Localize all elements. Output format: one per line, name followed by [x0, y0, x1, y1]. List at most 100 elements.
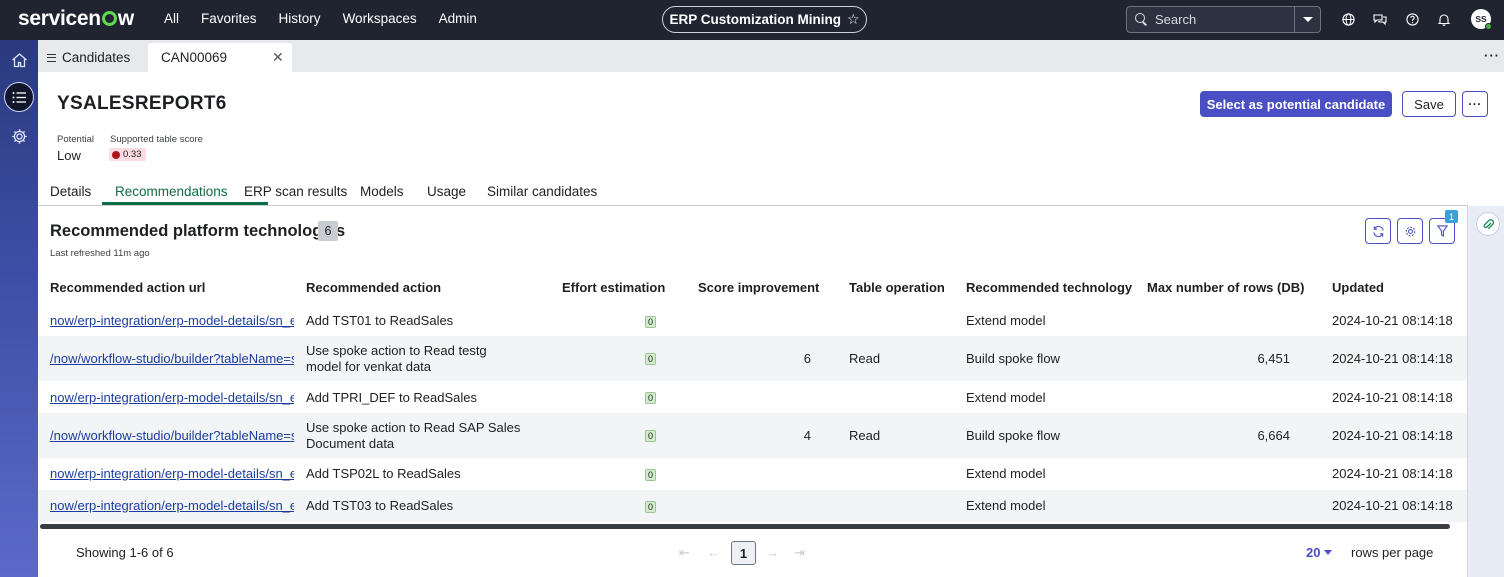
tab-can00069[interactable]: CAN00069 ✕ — [148, 43, 292, 72]
first-page-icon[interactable]: ⇤ — [679, 545, 690, 561]
col-max-rows-db[interactable]: Max number of rows (DB) — [1147, 280, 1304, 295]
recommended-technology: Extend model — [966, 313, 1046, 328]
settings-gear-icon[interactable] — [8, 125, 30, 147]
action-url-link[interactable]: now/erp-integration/erp-model-details/sn… — [50, 498, 294, 513]
online-status-icon — [1485, 23, 1492, 30]
tab-candidates-label: Candidates — [62, 50, 131, 65]
table-row: now/erp-integration/erp-model-details/sn… — [38, 490, 1467, 522]
potential-value: Low — [57, 148, 81, 163]
current-page-button[interactable]: 1 — [731, 541, 756, 565]
action-url-link[interactable]: now/erp-integration/erp-model-details/sn… — [50, 466, 294, 481]
filter-count-badge: 1 — [1445, 210, 1458, 223]
updated-timestamp: 2024-10-21 08:14:18 — [1332, 313, 1453, 328]
record-more-actions-button[interactable]: ··· — [1462, 91, 1488, 117]
nav-admin[interactable]: Admin — [439, 11, 477, 26]
recommended-action: Add TST03 to ReadSales — [306, 498, 454, 513]
list-icon[interactable] — [4, 82, 34, 112]
search-icon — [1135, 13, 1148, 26]
section-count-badge: 6 — [318, 221, 338, 241]
header-icons — [1340, 11, 1452, 27]
col-effort-estimation[interactable]: Effort estimation — [562, 280, 665, 295]
refresh-button[interactable] — [1365, 218, 1391, 244]
main-nav: All Favorites History Workspaces Admin — [164, 11, 477, 26]
col-recommended-technology[interactable]: Recommended technology — [966, 280, 1132, 295]
previous-page-icon[interactable]: ← — [707, 545, 720, 560]
recommended-action: Add TST01 to ReadSales — [306, 313, 454, 328]
next-page-icon[interactable]: → — [766, 545, 779, 560]
top-navigation-bar: servicen w All Favorites History Workspac… — [0, 0, 1504, 40]
tab-details[interactable]: Details — [50, 184, 91, 199]
star-icon[interactable]: ☆ — [847, 11, 860, 28]
help-icon[interactable] — [1404, 11, 1420, 27]
user-initials: SS — [1475, 14, 1487, 24]
close-tab-icon[interactable]: ✕ — [272, 49, 284, 66]
action-url-link[interactable]: now/erp-integration/erp-model-details/sn… — [50, 313, 294, 328]
save-button[interactable]: Save — [1402, 91, 1456, 117]
score-value: 0.33 — [123, 149, 142, 160]
tab-strip: Candidates CAN00069 ✕ ··· — [38, 40, 1504, 72]
col-recommended-action[interactable]: Recommended action — [306, 280, 441, 295]
tab-models[interactable]: Models — [360, 184, 404, 199]
nav-favorites[interactable]: Favorites — [201, 11, 257, 26]
search-dropdown-icon[interactable] — [1294, 7, 1320, 32]
tab-usage[interactable]: Usage — [427, 184, 466, 199]
recommended-technology: Build spoke flow — [966, 351, 1060, 366]
tab-recommendations[interactable]: Recommendations — [115, 184, 228, 199]
home-icon[interactable] — [8, 49, 30, 71]
updated-timestamp: 2024-10-21 08:14:18 — [1332, 498, 1453, 513]
recommended-action: Add TSP02L to ReadSales — [306, 466, 461, 481]
effort-chip: 0 — [645, 501, 656, 513]
nav-history[interactable]: History — [279, 11, 321, 26]
more-options-icon[interactable]: ··· — [1484, 48, 1500, 63]
globe-icon[interactable] — [1340, 11, 1356, 27]
updated-timestamp: 2024-10-21 08:14:18 — [1332, 390, 1453, 405]
tab-similar-candidates[interactable]: Similar candidates — [487, 184, 597, 199]
recommended-action: Use spoke action to Read SAP Sales Docum… — [306, 420, 521, 451]
filter-icon — [1436, 225, 1448, 237]
table-row: now/erp-integration/erp-model-details/sn… — [38, 381, 1467, 413]
bell-icon[interactable] — [1436, 11, 1452, 27]
col-score-improvement[interactable]: Score improvement — [698, 280, 819, 295]
effort-chip: 0 — [645, 392, 656, 404]
updated-timestamp: 2024-10-21 08:14:18 — [1332, 466, 1453, 481]
score-badge: 0.33 — [109, 148, 146, 161]
gear-icon — [1405, 226, 1415, 236]
user-avatar[interactable]: SS — [1471, 9, 1492, 30]
record-title: YSALESREPORT6 — [57, 93, 227, 114]
score-improvement: 4 — [803, 428, 811, 443]
select-potential-candidate-button[interactable]: Select as potential candidate — [1200, 91, 1392, 117]
action-url-link[interactable]: /now/workflow-studio/builder?tableName=s… — [50, 351, 294, 366]
servicenow-logo[interactable]: servicen w — [18, 7, 134, 31]
horizontal-scrollbar[interactable] — [40, 524, 1450, 529]
recommended-technology: Extend model — [966, 498, 1046, 513]
attachment-clip-icon[interactable] — [1476, 212, 1500, 236]
recommended-action: Use spoke action to Read testg model for… — [306, 343, 487, 374]
col-recommended-action-url[interactable]: Recommended action url — [50, 280, 205, 295]
table-settings-button[interactable] — [1397, 218, 1423, 244]
action-url-link[interactable]: /now/workflow-studio/builder?tableName=s… — [50, 428, 294, 443]
tab-candidates[interactable]: Candidates — [47, 50, 130, 65]
updated-timestamp: 2024-10-21 08:14:18 — [1332, 428, 1453, 443]
effort-chip: 0 — [645, 353, 656, 365]
col-updated[interactable]: Updated — [1332, 280, 1384, 295]
action-url-link[interactable]: now/erp-integration/erp-model-details/sn… — [50, 390, 294, 405]
rows-per-page-select[interactable]: 20 — [1306, 545, 1332, 560]
nav-all[interactable]: All — [164, 11, 179, 26]
recommended-technology: Build spoke flow — [966, 428, 1060, 443]
last-refreshed-text: Last refreshed 11m ago — [50, 248, 150, 259]
right-side-panel — [1467, 206, 1504, 577]
last-page-icon[interactable]: ⇥ — [794, 545, 805, 561]
effort-chip: 0 — [645, 469, 656, 481]
chat-icon[interactable] — [1372, 11, 1388, 27]
table-row: now/erp-integration/erp-model-details/sn… — [38, 458, 1467, 490]
max-rows-db: 6,451 — [1257, 351, 1290, 366]
app-scope-pill[interactable]: ERP Customization Mining ☆ — [662, 6, 867, 33]
table-row: now/erp-integration/erp-model-details/sn… — [38, 306, 1467, 336]
app-scope-label: ERP Customization Mining — [669, 12, 841, 27]
tab-erp-scan-results[interactable]: ERP scan results — [244, 184, 347, 199]
global-search[interactable]: Search — [1126, 6, 1321, 33]
nav-workspaces[interactable]: Workspaces — [343, 11, 417, 26]
recommended-action: Add TPRI_DEF to ReadSales — [306, 390, 478, 405]
search-input[interactable]: Search — [1155, 12, 1294, 27]
col-table-operation[interactable]: Table operation — [849, 280, 945, 295]
